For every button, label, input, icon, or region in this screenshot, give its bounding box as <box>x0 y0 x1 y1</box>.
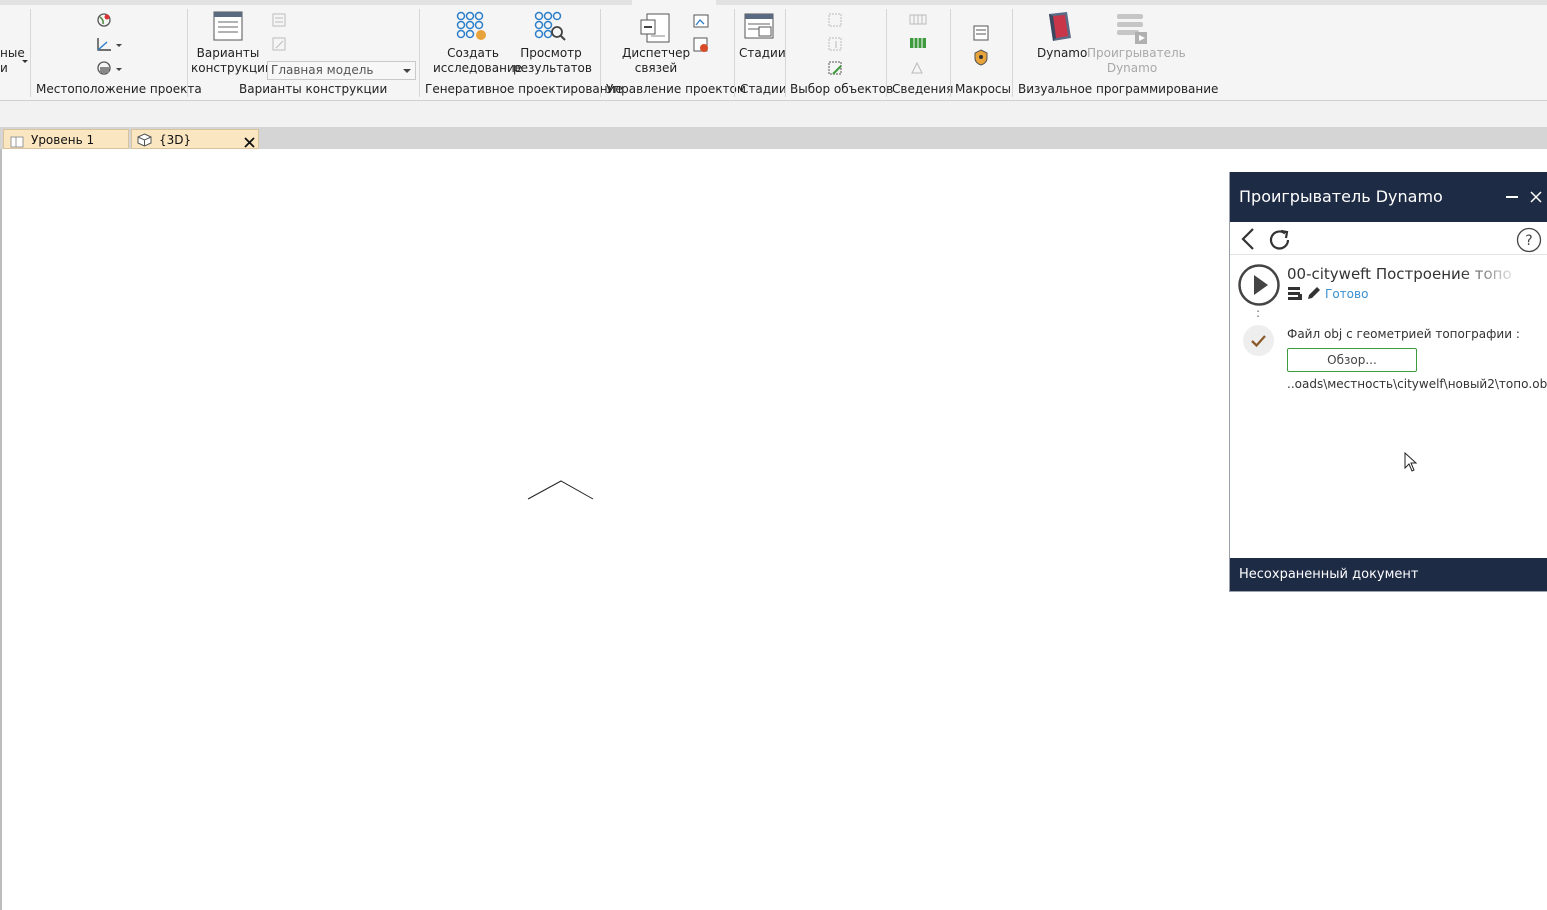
panel-label-design-options[interactable]: Варианты конструкции <box>239 82 387 96</box>
add-to-set-icon <box>271 12 287 32</box>
tab-label: Уровень 1 <box>31 133 95 147</box>
panel-label-location[interactable]: Местоположение проекта <box>36 82 202 96</box>
svg-text:?: ? <box>1525 233 1532 249</box>
panel-separator <box>1012 9 1013 97</box>
dynamo-icon[interactable] <box>1045 10 1075 48</box>
dynamo-player-button[interactable]: Проигрыватель Dynamo <box>1087 46 1186 76</box>
panel-label-macros[interactable]: Макросы <box>955 82 1011 96</box>
dynamo-player-header: Проигрыватель Dynamo <box>1230 172 1547 222</box>
select-by-id-icon[interactable] <box>909 36 927 56</box>
panel-separator <box>30 9 31 97</box>
refresh-icon[interactable] <box>1267 227 1293 257</box>
create-study-button[interactable]: Создать исследование <box>433 46 522 76</box>
explore-outcomes-button[interactable]: Просмотр результатов <box>513 46 592 76</box>
document-status: Несохраненный документ <box>1239 567 1419 582</box>
design-option-select-value: Главная модель <box>271 63 374 77</box>
panel-label-phases[interactable]: Стадии <box>740 82 787 96</box>
manage-links-icon[interactable] <box>639 10 673 48</box>
phases-icon[interactable] <box>743 10 777 46</box>
panel-label-visual-programming[interactable]: Визуальное программирование <box>1018 82 1218 96</box>
panel-separator <box>187 9 188 97</box>
toolbar-divider <box>1230 254 1547 255</box>
save-selection-icon <box>827 12 845 34</box>
panel-separator <box>886 9 887 97</box>
edit-selection-icon[interactable] <box>827 60 845 82</box>
dynamo-player-title: Проигрыватель Dynamo <box>1239 187 1443 206</box>
phases-button[interactable]: Стадии <box>739 46 786 61</box>
position-icon[interactable] <box>95 59 123 81</box>
design-option-select[interactable]: Главная модель <box>267 61 416 80</box>
explore-outcomes-icon[interactable] <box>533 10 567 46</box>
input-status-icon <box>1243 325 1274 356</box>
create-study-icon[interactable] <box>455 10 489 46</box>
panel-label-manage-project[interactable]: Управление проектом <box>606 82 746 96</box>
graph-name-fade <box>1460 262 1520 286</box>
tab-label: {3D} <box>159 133 192 147</box>
input-label: Файл obj с геометрией топографии : <box>1287 327 1520 341</box>
macro-manager-icon[interactable] <box>972 24 990 46</box>
options-bar <box>0 101 1547 127</box>
globe-location-icon[interactable] <box>95 11 113 33</box>
tab-level-1[interactable]: Уровень 1 <box>3 129 129 149</box>
close-icon[interactable] <box>1530 188 1542 207</box>
load-selection-icon <box>827 36 845 58</box>
ribbon: ные и Местоположение проекта Варианты конс… <box>0 5 1547 101</box>
panel-separator <box>734 9 735 97</box>
panel-label-generative[interactable]: Генеративное проектирование <box>425 82 623 96</box>
dynamo-player-icon <box>1115 10 1151 48</box>
graph-status: Готово <box>1325 287 1369 301</box>
mouse-cursor-icon <box>1404 451 1418 476</box>
pick-to-edit-icon <box>271 36 287 56</box>
manage-links-button[interactable]: Диспетчер связей <box>622 46 690 76</box>
macro-security-icon[interactable] <box>972 48 990 70</box>
dynamo-player-footer: Несохраненный документ <box>1230 558 1547 591</box>
dynamo-player-panel: Проигрыватель Dynamo ? 00-cityweft Постр… <box>1229 172 1547 592</box>
file-path-value: ..oads\местность\citywelf\новый2\топо.ob… <box>1287 377 1547 391</box>
warnings-icon <box>909 60 927 80</box>
chevron-down-icon <box>403 69 411 73</box>
starting-view-icon[interactable] <box>692 36 710 58</box>
panel-separator <box>785 9 786 97</box>
ids-of-selection-icon <box>909 12 927 32</box>
design-options-icon[interactable] <box>211 10 245 46</box>
model-geometry[interactable] <box>526 479 596 501</box>
panel-separator <box>600 9 601 97</box>
panel-separator <box>419 9 420 97</box>
design-options-button[interactable]: Варианты конструкции <box>191 46 273 76</box>
dropdown-arrow-icon[interactable] <box>22 60 28 63</box>
graph-output-icon[interactable] <box>1287 285 1303 305</box>
back-icon[interactable] <box>1240 227 1256 255</box>
panel-label-inquiry[interactable]: Сведения <box>892 82 953 96</box>
tab-3d-view[interactable]: {3D} <box>131 129 259 149</box>
panel-label-selection[interactable]: Выбор объектов <box>790 82 893 96</box>
coordinates-icon[interactable] <box>95 35 123 57</box>
separator-dot: : <box>1256 306 1261 320</box>
dynamo-button[interactable]: Dynamo <box>1037 46 1087 61</box>
panel-separator <box>950 9 951 97</box>
help-icon[interactable]: ? <box>1516 227 1542 257</box>
run-graph-button[interactable] <box>1237 263 1281 311</box>
edit-graph-icon[interactable] <box>1306 285 1322 305</box>
minimize-icon[interactable] <box>1506 196 1518 198</box>
manage-images-icon[interactable] <box>692 12 710 34</box>
browse-button[interactable]: Обзор... <box>1287 348 1417 372</box>
partial-button-label[interactable]: ные и <box>0 46 25 76</box>
